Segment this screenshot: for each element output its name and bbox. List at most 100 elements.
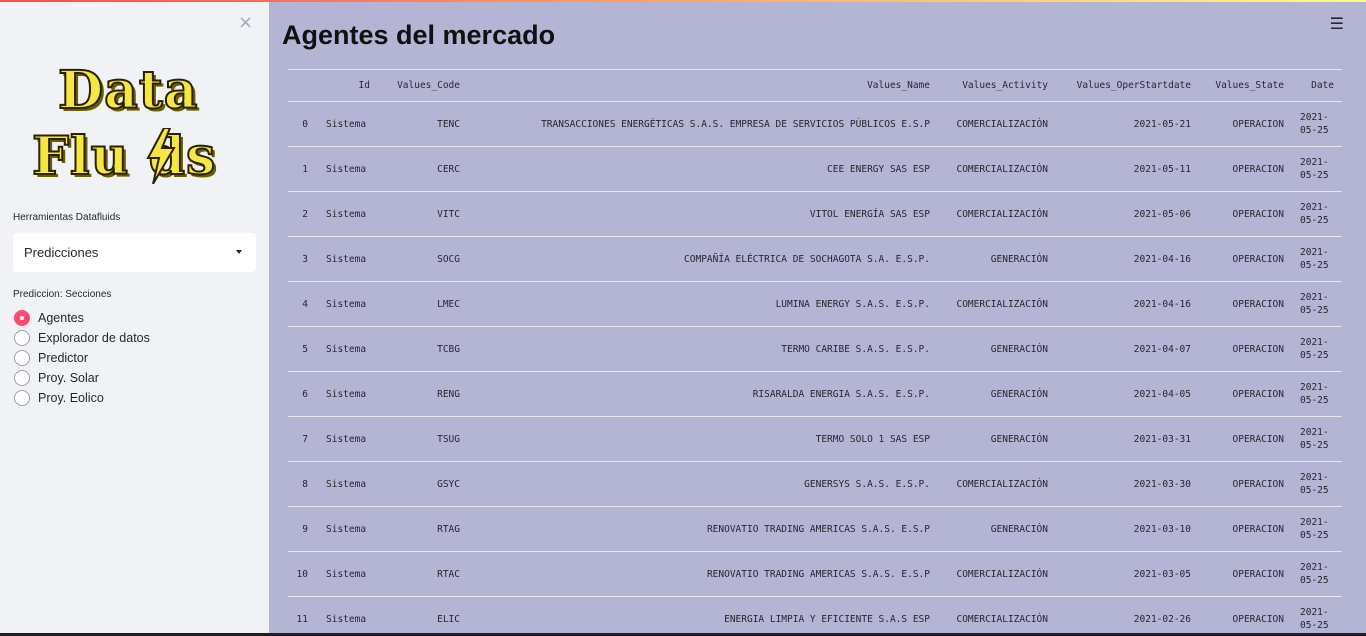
table-cell-operstartdate: 2021-04-16 bbox=[1056, 281, 1199, 327]
radio-label: Agentes bbox=[38, 311, 84, 325]
table-cell-date: 2021-05-25 bbox=[1292, 101, 1342, 147]
table-row[interactable]: 1 Sistema CERC CEE ENERGY SAS ESP COMERCIALI… bbox=[288, 146, 1342, 192]
table-cell-date: 2021-05-25 bbox=[1292, 281, 1342, 327]
table-cell-id: Sistema bbox=[318, 371, 378, 417]
table-row[interactable]: 4 Sistema LMEC LUMINA ENERGY S.A.S. E.S.P. C… bbox=[288, 281, 1342, 327]
table-cell-activity: COMERCIALIZACIÓN bbox=[938, 101, 1056, 147]
column-header-date[interactable]: Date bbox=[1292, 69, 1342, 102]
table-row[interactable]: 3 Sistema SOCG COMPAÑÍA ELÉCTRICA DE SOCHAG… bbox=[288, 236, 1342, 282]
tools-select[interactable]: Predicciones bbox=[13, 233, 256, 272]
table-cell-id: Sistema bbox=[318, 416, 378, 462]
radio-unchecked-icon bbox=[14, 370, 30, 386]
table-cell-index: 8 bbox=[288, 461, 318, 507]
table-cell-index: 4 bbox=[288, 281, 318, 327]
table-cell-activity: COMERCIALIZACIÓN bbox=[938, 596, 1056, 636]
table-cell-state: OPERACION bbox=[1199, 371, 1292, 417]
table-cell-activity: GENERACIÓN bbox=[938, 371, 1056, 417]
table-cell-state: OPERACION bbox=[1199, 596, 1292, 636]
table-cell-code: ELIC bbox=[378, 596, 468, 636]
table-cell-activity: COMERCIALIZACIÓN bbox=[938, 461, 1056, 507]
table-cell-activity: COMERCIALIZACIÓN bbox=[938, 551, 1056, 597]
hamburger-menu-icon[interactable]: ☰ bbox=[1330, 14, 1344, 33]
logo-text-line1: Data bbox=[57, 59, 199, 122]
table-cell-code: LMEC bbox=[378, 281, 468, 327]
table-cell-operstartdate: 2021-03-31 bbox=[1056, 416, 1199, 462]
table-cell-code: TENC bbox=[378, 101, 468, 147]
table-cell-operstartdate: 2021-05-11 bbox=[1056, 146, 1199, 192]
column-header-code[interactable]: Values_Code bbox=[378, 69, 468, 102]
table-cell-state: OPERACION bbox=[1199, 236, 1292, 282]
table-cell-operstartdate: 2021-05-21 bbox=[1056, 101, 1199, 147]
radio-label: Predictor bbox=[38, 351, 89, 365]
radio-label: Proy. Eolico bbox=[38, 391, 104, 405]
table-cell-name: RISARALDA ENERGIA S.A.S. E.S.P. bbox=[468, 371, 938, 417]
sidebar: × Data Flu ds Herramientas Datafluids Pr… bbox=[0, 2, 269, 636]
table-row[interactable]: 7 Sistema TSUG TERMO SOLO 1 SAS ESP GENERACI… bbox=[288, 416, 1342, 462]
table-cell-activity: COMERCIALIZACIÓN bbox=[938, 191, 1056, 237]
table-row[interactable]: 11 Sistema ELIC ENERGIA LIMPIA Y EFICIENTE … bbox=[288, 596, 1342, 636]
logo-text-line2: Flu ds bbox=[31, 125, 217, 188]
table-cell-id: Sistema bbox=[318, 146, 378, 192]
table-cell-id: Sistema bbox=[318, 461, 378, 507]
table-cell-id: Sistema bbox=[318, 101, 378, 147]
table-cell-name: RENOVATIO TRADING AMERICAS S.A.S. E.S.P bbox=[468, 506, 938, 552]
table-row[interactable]: 10 Sistema RTAC RENOVATIO TRADING AMERICAS … bbox=[288, 551, 1342, 597]
table-cell-name: RENOVATIO TRADING AMERICAS S.A.S. E.S.P bbox=[468, 551, 938, 597]
table-cell-operstartdate: 2021-04-07 bbox=[1056, 326, 1199, 372]
column-header-activity[interactable]: Values_Activity bbox=[938, 69, 1056, 102]
chevron-down-icon bbox=[236, 250, 242, 254]
table-cell-date: 2021-05-25 bbox=[1292, 416, 1342, 462]
table-cell-index: 5 bbox=[288, 326, 318, 372]
table-cell-id: Sistema bbox=[318, 191, 378, 237]
table-cell-state: OPERACION bbox=[1199, 146, 1292, 192]
table-cell-index: 3 bbox=[288, 236, 318, 282]
table-cell-index: 2 bbox=[288, 191, 318, 237]
table-cell-code: VITC bbox=[378, 191, 468, 237]
table-cell-name: CEE ENERGY SAS ESP bbox=[468, 146, 938, 192]
table-cell-index: 10 bbox=[288, 551, 318, 597]
table-cell-state: OPERACION bbox=[1199, 281, 1292, 327]
table-cell-name: TRANSACCIONES ENERGÉTICAS S.A.S. EMPRESA… bbox=[468, 101, 938, 147]
column-header-index[interactable] bbox=[288, 69, 318, 102]
table-cell-index: 1 bbox=[288, 146, 318, 192]
table-cell-id: Sistema bbox=[318, 596, 378, 636]
close-sidebar-icon[interactable]: × bbox=[238, 14, 253, 32]
radio-unchecked-icon bbox=[14, 390, 30, 406]
table-cell-date: 2021-05-25 bbox=[1292, 191, 1342, 237]
radio-label: Proy. Solar bbox=[38, 371, 99, 385]
column-header-name[interactable]: Values_Name bbox=[468, 69, 938, 102]
table-row[interactable]: 8 Sistema GSYC GENERSYS S.A.S. E.S.P. COMERC… bbox=[288, 461, 1342, 507]
radio-label: Explorador de datos bbox=[38, 331, 150, 345]
table-cell-activity: GENERACIÓN bbox=[938, 416, 1056, 462]
table-cell-id: Sistema bbox=[318, 326, 378, 372]
table-cell-state: OPERACION bbox=[1199, 461, 1292, 507]
table-row[interactable]: 6 Sistema RENG RISARALDA ENERGIA S.A.S. E.S… bbox=[288, 371, 1342, 417]
agents-table: Id Values_Code Values_Name Values_Activi… bbox=[288, 69, 1342, 636]
table-cell-code: RTAC bbox=[378, 551, 468, 597]
table-cell-code: GSYC bbox=[378, 461, 468, 507]
agents-table-container[interactable]: Id Values_Code Values_Name Values_Activi… bbox=[288, 69, 1342, 636]
table-cell-date: 2021-05-25 bbox=[1292, 551, 1342, 597]
tools-select-value: Predicciones bbox=[24, 245, 99, 260]
table-cell-id: Sistema bbox=[318, 551, 378, 597]
column-header-id[interactable]: Id bbox=[318, 69, 378, 102]
table-row[interactable]: 2 Sistema VITC VITOL ENERGÍA SAS ESP COMERCI… bbox=[288, 191, 1342, 237]
table-cell-activity: GENERACIÓN bbox=[938, 326, 1056, 372]
table-row[interactable]: 9 Sistema RTAG RENOVATIO TRADING AMERICAS S… bbox=[288, 506, 1342, 552]
column-header-state[interactable]: Values_State bbox=[1199, 69, 1292, 102]
column-header-operstartdate[interactable]: Values_OperStartdate bbox=[1056, 69, 1199, 102]
table-cell-operstartdate: 2021-03-10 bbox=[1056, 506, 1199, 552]
table-row[interactable]: 0 Sistema TENC TRANSACCIONES ENERGÉTICAS S.… bbox=[288, 101, 1342, 147]
table-row[interactable]: 5 Sistema TCBG TERMO CARIBE S.A.S. E.S.P. GE… bbox=[288, 326, 1342, 372]
table-cell-code: RTAG bbox=[378, 506, 468, 552]
radio-checked-icon bbox=[14, 310, 30, 326]
table-cell-index: 11 bbox=[288, 596, 318, 636]
radio-unchecked-icon bbox=[14, 350, 30, 366]
table-cell-code: TSUG bbox=[378, 416, 468, 462]
table-cell-name: TERMO SOLO 1 SAS ESP bbox=[468, 416, 938, 462]
table-cell-id: Sistema bbox=[318, 236, 378, 282]
datafluids-logo: Data Flu ds bbox=[30, 59, 240, 192]
table-header-row: Id Values_Code Values_Name Values_Activi… bbox=[288, 69, 1342, 102]
table-cell-operstartdate: 2021-05-06 bbox=[1056, 191, 1199, 237]
table-cell-state: OPERACION bbox=[1199, 101, 1292, 147]
